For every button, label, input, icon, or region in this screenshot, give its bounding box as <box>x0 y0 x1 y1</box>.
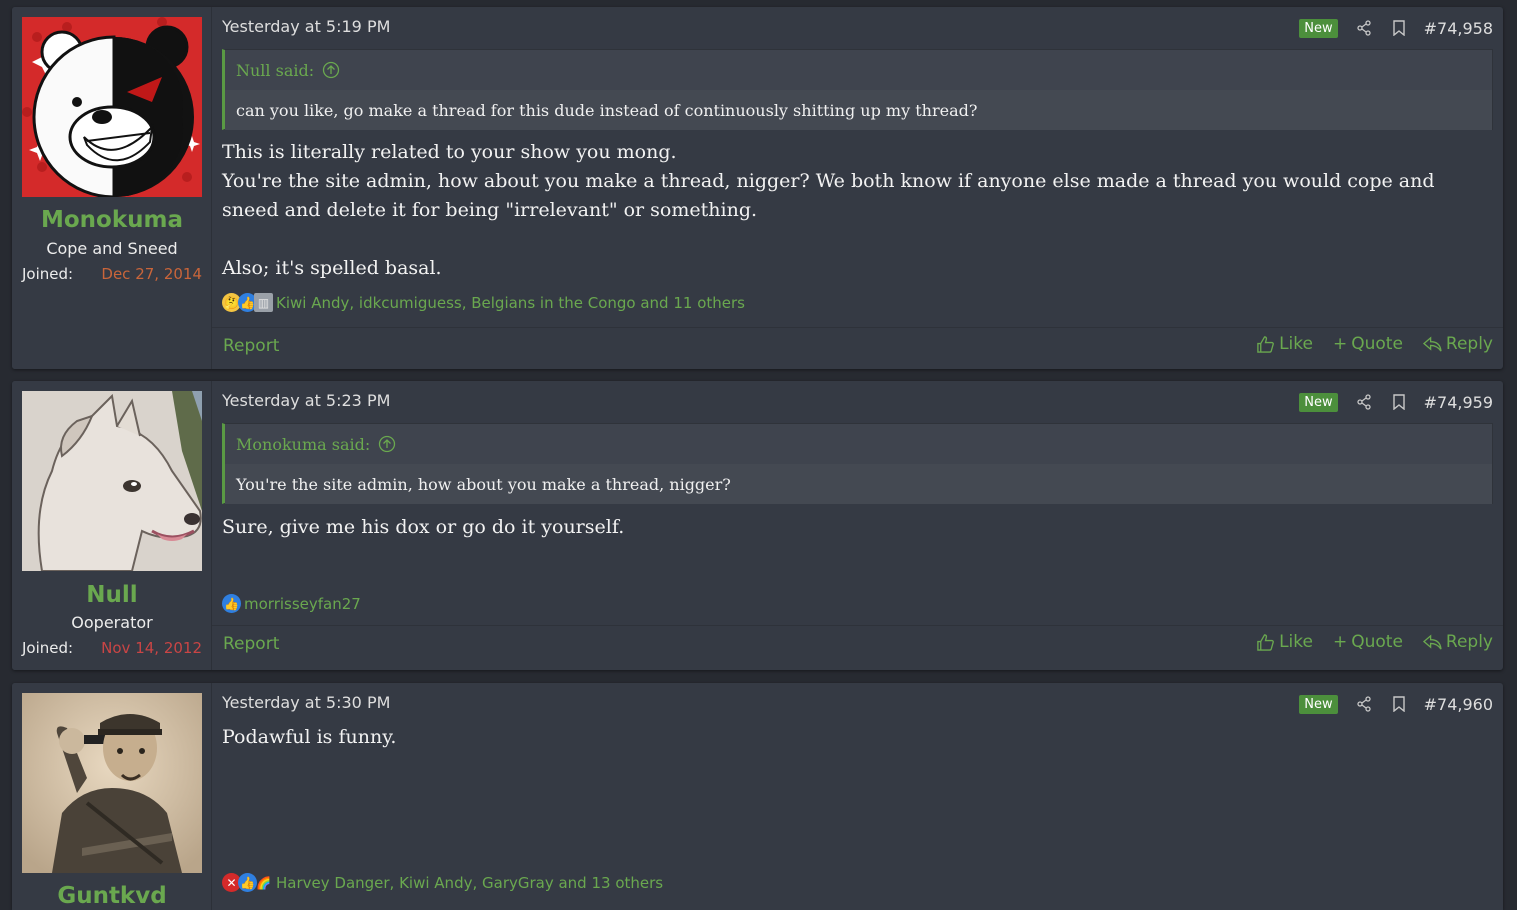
post-main: Yesterday at 5:30 PM New #74,960 Podawfu… <box>212 683 1503 910</box>
joined-date: Nov 14, 2012 <box>101 639 202 657</box>
reaction-icons: ✕ 👍 🌈 <box>222 873 271 892</box>
post-body: Podawful is funny. <box>222 723 1493 752</box>
arrow-up-circle-icon[interactable] <box>378 435 396 453</box>
report-link[interactable]: Report <box>223 336 279 356</box>
avatar-null[interactable] <box>22 391 202 571</box>
reactions-bar[interactable]: 👍 morrisseyfan27 <box>222 594 361 613</box>
share-icon[interactable] <box>1354 18 1374 38</box>
monokuma-avatar-image <box>22 17 202 197</box>
post-line: You're the site admin, how about you mak… <box>222 170 1435 221</box>
avatar-guntkvd[interactable] <box>22 693 202 873</box>
reaction-icons: 👍 <box>222 594 241 613</box>
plus-icon: + <box>1332 334 1348 354</box>
report-link[interactable]: Report <box>223 634 279 654</box>
like-label: Like <box>1279 632 1313 652</box>
post-sidebar: Guntkvd <box>12 683 212 910</box>
post-line: This is literally related to your show y… <box>222 141 677 163</box>
reactions-bar[interactable]: ✕ 👍 🌈 Harvey Danger, Kiwi Andy, GaryGray… <box>222 873 663 892</box>
bookmark-icon[interactable] <box>1389 694 1409 714</box>
joined-label: Joined: <box>22 639 74 657</box>
post-number[interactable]: #74,960 <box>1424 695 1493 714</box>
quote-body: You're the site admin, how about you mak… <box>225 464 1492 504</box>
username[interactable]: Guntkvd <box>12 883 212 909</box>
thumbs-up-icon <box>1257 335 1274 353</box>
post-number[interactable]: #74,959 <box>1424 393 1493 412</box>
quote-body: can you like, go make a thread for this … <box>225 90 1492 130</box>
dog-avatar-image <box>22 391 202 571</box>
user-title: Ooperator <box>71 613 153 632</box>
reactions-text[interactable]: Kiwi Andy, idkcumiguess, Belgians in the… <box>276 294 745 312</box>
post-sidebar: Monokuma Cope and Sneed Joined: Dec 27, … <box>12 7 212 369</box>
user-title: Cope and Sneed <box>46 239 178 258</box>
joined-label: Joined: <box>22 265 74 283</box>
like-reaction-icon: 👍 <box>222 594 241 613</box>
post-timestamp[interactable]: Yesterday at 5:23 PM <box>222 391 390 410</box>
quote-label: Quote <box>1351 632 1403 652</box>
post-actions: Like + Quote Reply <box>1256 334 1493 354</box>
share-icon[interactable] <box>1354 694 1374 714</box>
quote-block: Null said: can you like, go make a threa… <box>222 49 1493 130</box>
avatar-monokuma[interactable] <box>22 17 202 197</box>
quote-author[interactable]: Monokuma said: <box>236 435 370 454</box>
post-main: Yesterday at 5:19 PM New #74,958 Null sa… <box>212 7 1503 369</box>
post-number[interactable]: #74,958 <box>1424 19 1493 38</box>
new-badge: New <box>1299 18 1338 38</box>
soldier-avatar-image <box>22 693 202 873</box>
reply-label: Reply <box>1445 334 1493 354</box>
reply-icon <box>1422 633 1442 649</box>
quote-label: Quote <box>1351 334 1403 354</box>
rainbow-reaction-icon: 🌈 <box>256 875 271 890</box>
post-74960: Guntkvd Yesterday at 5:30 PM New #74,960… <box>12 683 1503 910</box>
reactions-text[interactable]: Harvey Danger, Kiwi Andy, GaryGray and 1… <box>276 874 663 892</box>
post-actions: Like + Quote Reply <box>1256 632 1493 652</box>
arrow-up-circle-icon[interactable] <box>322 61 340 79</box>
reaction-icons: 🤔 👍 ▥ <box>222 293 273 312</box>
post-header-actions: New #74,960 <box>1299 692 1493 716</box>
share-icon[interactable] <box>1354 392 1374 412</box>
quote-header[interactable]: Null said: <box>225 50 1492 90</box>
post-timestamp[interactable]: Yesterday at 5:19 PM <box>222 17 390 36</box>
quote-button[interactable]: + Quote <box>1333 632 1403 652</box>
quote-author[interactable]: Null said: <box>236 61 314 80</box>
bookmark-icon[interactable] <box>1389 392 1409 412</box>
post-header-actions: New #74,959 <box>1299 390 1493 414</box>
quote-block: Monokuma said: You're the site admin, ho… <box>222 423 1493 504</box>
reactions-text[interactable]: morrisseyfan27 <box>244 595 361 613</box>
thumbs-up-icon <box>1257 633 1274 651</box>
post-line: Podawful is funny. <box>222 726 397 748</box>
post-timestamp[interactable]: Yesterday at 5:30 PM <box>222 693 390 712</box>
reactions-bar[interactable]: 🤔 👍 ▥ Kiwi Andy, idkcumiguess, Belgians … <box>222 293 745 312</box>
joined-row: Joined: Nov 14, 2012 <box>22 639 202 657</box>
reply-icon <box>1422 335 1442 351</box>
bookmark-icon[interactable] <box>1389 18 1409 38</box>
informative-reaction-icon: ▥ <box>254 293 273 312</box>
post-main: Yesterday at 5:23 PM New #74,959 Monokum… <box>212 381 1503 670</box>
new-badge: New <box>1299 392 1338 412</box>
joined-row: Joined: Dec 27, 2014 <box>22 265 202 283</box>
like-button[interactable]: Like <box>1256 334 1313 354</box>
post-74958: Monokuma Cope and Sneed Joined: Dec 27, … <box>12 7 1503 369</box>
reply-button[interactable]: Reply <box>1422 334 1493 354</box>
reply-button[interactable]: Reply <box>1422 632 1493 652</box>
new-badge: New <box>1299 694 1338 714</box>
quote-header[interactable]: Monokuma said: <box>225 424 1492 464</box>
reply-label: Reply <box>1445 632 1493 652</box>
like-button[interactable]: Like <box>1256 632 1313 652</box>
username[interactable]: Null <box>12 582 212 608</box>
post-footer: Report Like + Quote Reply <box>212 327 1503 369</box>
post-sidebar: Null Ooperator Joined: Nov 14, 2012 <box>12 381 212 670</box>
quote-button[interactable]: + Quote <box>1333 334 1403 354</box>
post-header-actions: New #74,958 <box>1299 16 1493 40</box>
post-footer: Report Like + Quote Reply <box>212 625 1503 667</box>
like-label: Like <box>1279 334 1313 354</box>
post-body: This is literally related to your show y… <box>222 138 1493 283</box>
post-line <box>222 225 1493 254</box>
post-line: Sure, give me his dox or go do it yourse… <box>222 516 625 538</box>
plus-icon: + <box>1332 632 1348 652</box>
post-line: Also; it's spelled basal. <box>222 257 442 279</box>
post-74959: Null Ooperator Joined: Nov 14, 2012 Yest… <box>12 381 1503 670</box>
post-body: Sure, give me his dox or go do it yourse… <box>222 513 1493 542</box>
username[interactable]: Monokuma <box>12 207 212 233</box>
joined-date: Dec 27, 2014 <box>101 265 202 283</box>
